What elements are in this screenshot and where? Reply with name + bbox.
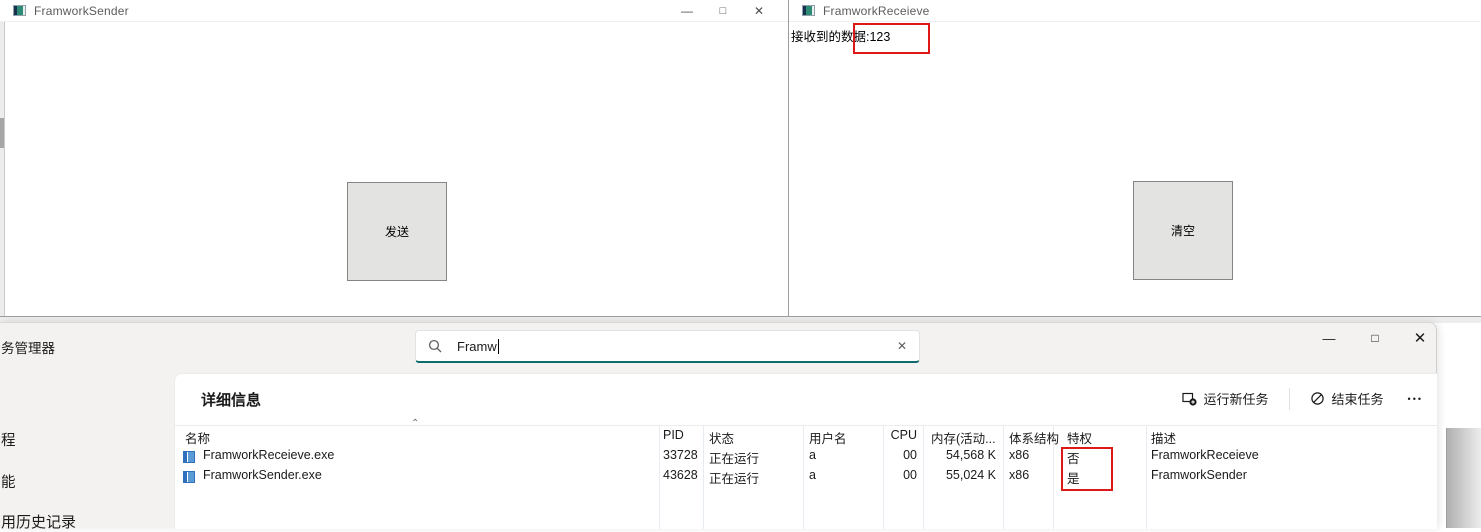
receiver-app-icon	[802, 5, 815, 16]
maximize-icon[interactable]: □	[705, 0, 741, 22]
cell-architecture: x86	[1009, 448, 1029, 462]
cell-description: FramworkReceieve	[1151, 448, 1259, 462]
search-clear-icon[interactable]: ✕	[897, 339, 907, 353]
cell-pid: 43628	[663, 468, 698, 482]
search-icon	[428, 339, 442, 353]
cell-memory: 54,568 K	[923, 448, 996, 462]
column-header-user[interactable]: 用户名	[809, 428, 847, 447]
column-header-privilege[interactable]: 特权	[1067, 428, 1092, 447]
table-header-row: 名称 PID 状态 用户名 CPU 内存(活动... 体系结构 特权 描述	[175, 428, 1437, 448]
close-icon[interactable]: ✕	[741, 0, 777, 22]
run-new-task-label: 运行新任务	[1204, 389, 1269, 408]
background-scrollbar	[0, 22, 5, 316]
minimize-icon[interactable]: —	[669, 0, 705, 22]
sidebar-item-performance-partial[interactable]: 能	[1, 471, 16, 492]
table-row[interactable]: FramworkReceieve.exe 33728 正在运行 a 00 54,…	[175, 448, 1437, 468]
receiver-window-title: FramworkReceieve	[823, 4, 930, 18]
column-header-pid[interactable]: PID	[663, 428, 684, 442]
receiver-window: FramworkReceieve 接收到的数据:123 清空	[789, 0, 1481, 317]
annotation-red-box-received-data	[853, 23, 930, 54]
close-icon[interactable]: ✕	[1405, 325, 1435, 351]
column-header-status[interactable]: 状态	[709, 428, 734, 447]
sender-app-icon	[13, 5, 26, 16]
column-header-description[interactable]: 描述	[1151, 428, 1176, 447]
minimize-icon[interactable]: —	[1314, 325, 1344, 351]
sender-titlebar[interactable]: FramworkSender — □ ✕	[0, 0, 788, 22]
table-row[interactable]: FramworkSender.exe 43628 正在运行 a 00 55,02…	[175, 468, 1437, 488]
end-task-icon	[1310, 391, 1325, 406]
clear-button[interactable]: 清空	[1133, 181, 1233, 280]
cell-user: a	[809, 448, 816, 462]
search-input[interactable]: Framw ✕	[415, 330, 920, 363]
sender-window: FramworkSender — □ ✕ 发送	[0, 0, 789, 317]
cell-status: 正在运行	[709, 448, 759, 467]
annotation-red-box-privilege	[1061, 447, 1113, 491]
background-window-edge	[1446, 428, 1481, 528]
cell-memory: 55,024 K	[923, 468, 996, 482]
column-header-cpu[interactable]: CPU	[883, 428, 917, 442]
cell-description: FramworkSender	[1151, 468, 1247, 482]
page-title: 详细信息	[201, 389, 261, 410]
column-header-name[interactable]: 名称	[185, 428, 210, 447]
cell-user: a	[809, 468, 816, 482]
task-manager-window: 务管理器 程 能 用历史记录 Framw ✕ — □ ✕ 详细信息 运行新任务	[0, 322, 1437, 528]
toolbar-divider	[1289, 388, 1290, 410]
search-query-text: Framw	[457, 339, 497, 354]
process-icon	[183, 451, 195, 463]
text-cursor	[498, 339, 499, 354]
cell-cpu: 00	[883, 448, 917, 462]
divider	[175, 425, 1437, 426]
sender-window-title: FramworkSender	[34, 4, 129, 18]
run-new-task-button[interactable]: 运行新任务	[1176, 385, 1275, 412]
more-options-icon[interactable]: •••	[1404, 394, 1427, 404]
sidebar-item-processes-partial[interactable]: 程	[1, 429, 16, 450]
task-manager-heading-partial: 务管理器	[1, 337, 55, 357]
details-panel: 详细信息 运行新任务 结束任务 •••	[174, 373, 1437, 529]
send-button[interactable]: 发送	[347, 182, 447, 281]
cell-status: 正在运行	[709, 468, 759, 487]
new-task-icon	[1182, 391, 1197, 406]
cell-name: FramworkReceieve.exe	[203, 448, 334, 462]
column-header-architecture[interactable]: 体系结构	[1009, 428, 1059, 447]
cell-cpu: 00	[883, 468, 917, 482]
details-toolbar: 运行新任务 结束任务 •••	[1176, 385, 1427, 412]
maximize-icon[interactable]: □	[1360, 325, 1390, 351]
sidebar-item-app-history-partial[interactable]: 用历史记录	[1, 511, 76, 532]
cell-pid: 33728	[663, 448, 698, 462]
column-header-memory[interactable]: 内存(活动...	[931, 428, 996, 447]
receiver-titlebar[interactable]: FramworkReceieve	[789, 0, 1481, 22]
end-task-button[interactable]: 结束任务	[1304, 385, 1390, 412]
end-task-label: 结束任务	[1332, 389, 1384, 408]
cell-name: FramworkSender.exe	[203, 468, 322, 482]
process-icon	[183, 471, 195, 483]
scrollbar-thumb[interactable]	[0, 118, 4, 148]
cell-architecture: x86	[1009, 468, 1029, 482]
